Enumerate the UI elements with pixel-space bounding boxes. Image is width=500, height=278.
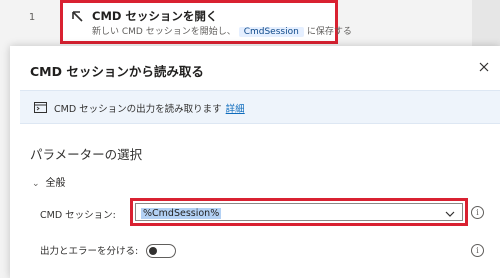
action-dialog: CMD セッションから読み取る CMD セッションの出力を読み取ります 詳細 パラ… (10, 46, 500, 278)
section-title: パラメーターの選択 (30, 147, 143, 162)
group-header-general[interactable]: ⌄ 全般 (32, 174, 66, 189)
close-button[interactable] (475, 58, 493, 76)
step-desc-prefix: 新しい CMD セッションを開始し、 (92, 27, 236, 37)
separate-output-toggle[interactable] (146, 244, 176, 258)
step-desc-suffix: に保存する (306, 27, 352, 37)
cmd-session-select[interactable]: %CmdSession% (130, 198, 468, 226)
info-description: CMD セッションの出力を読み取ります (54, 104, 222, 115)
scroll-area (472, 0, 500, 46)
flow-step-row: 1 CMD セッションを開く 新しい CMD セッションを開始し、 CmdSess… (0, 0, 500, 46)
cmd-session-label: CMD セッション: (40, 210, 116, 221)
group-label: 全般 (45, 178, 66, 189)
row-number: 1 (28, 12, 36, 23)
flow-step-title: CMD セッションを開く (92, 9, 218, 23)
chevron-down-icon: ⌄ (32, 179, 40, 189)
dialog-title: CMD セッションから読み取る (30, 64, 204, 79)
close-icon (479, 62, 489, 72)
info-icon[interactable]: i (471, 206, 484, 219)
flow-step-description: 新しい CMD セッションを開始し、 CmdSession に保存する (92, 24, 352, 37)
info-icon[interactable]: i (471, 244, 484, 257)
info-text: CMD セッションの出力を読み取ります 詳細 (54, 101, 245, 115)
separate-output-label: 出力とエラーを分ける: (40, 246, 139, 257)
cmd-session-value[interactable]: %CmdSession% (141, 208, 222, 219)
chevron-down-icon[interactable] (444, 208, 456, 220)
info-bar: CMD セッションの出力を読み取ります 詳細 (20, 90, 500, 124)
variable-chip[interactable]: CmdSession (238, 27, 304, 37)
console-icon (34, 102, 47, 113)
details-link[interactable]: 詳細 (226, 104, 245, 115)
flow-step-card[interactable]: CMD セッションを開く 新しい CMD セッションを開始し、 CmdSessio… (60, 0, 352, 44)
arrow-up-left-icon (72, 11, 83, 22)
toggle-knob (149, 247, 157, 255)
select-field[interactable]: %CmdSession% (135, 203, 463, 221)
